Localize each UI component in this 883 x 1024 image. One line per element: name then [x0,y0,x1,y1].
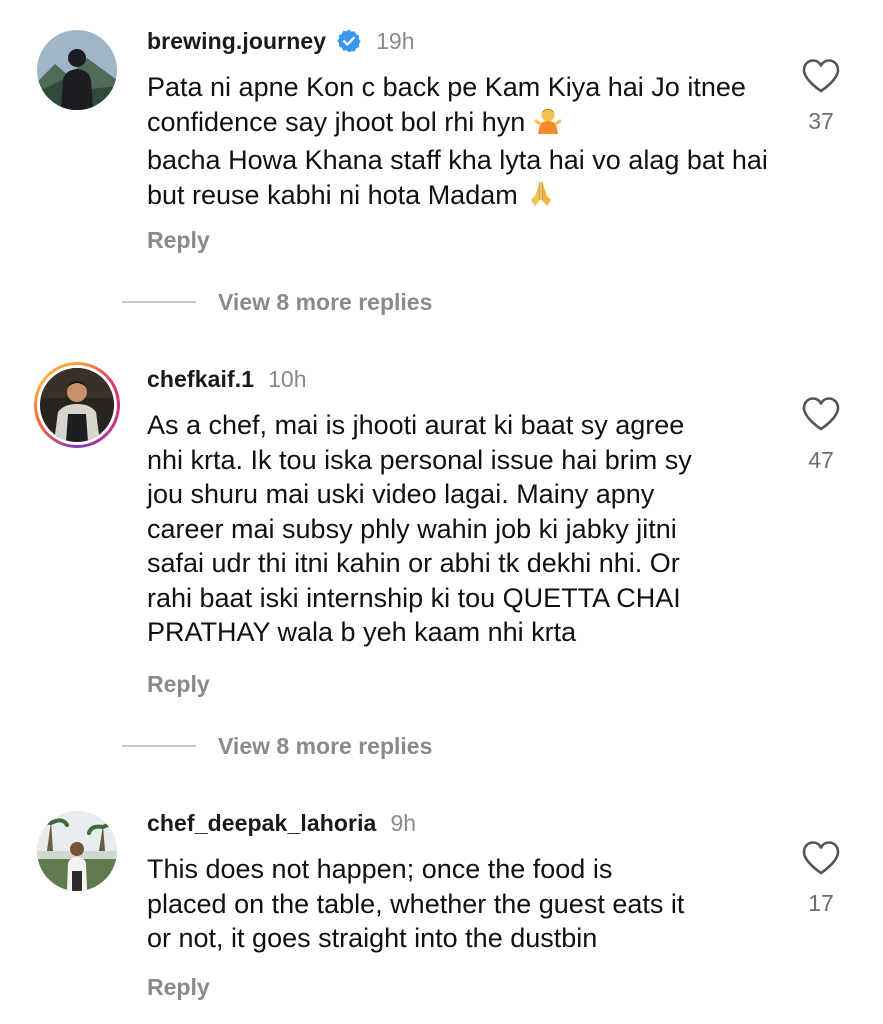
username[interactable]: chef_deepak_lahoria [147,810,376,837]
comment-item: chef_deepak_lahoria 9h This does not hap… [0,0,883,1024]
chef-outdoor-palm-avatar [37,811,117,891]
heart-icon[interactable] [801,840,841,876]
avatar[interactable] [34,808,120,894]
comment-header: chef_deepak_lahoria 9h [147,806,416,840]
comment-text: This does not happen; once the food is p… [147,854,685,953]
like-count: 17 [808,890,834,916]
comment-timestamp: 9h [390,809,417,836]
reply-button[interactable]: Reply [147,974,210,1001]
